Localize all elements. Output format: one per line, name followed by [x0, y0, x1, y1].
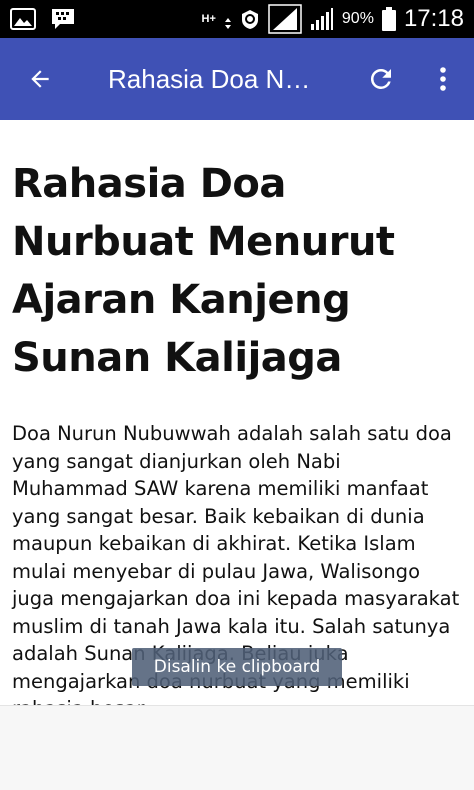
network-type-indicator: H+ — [201, 12, 216, 25]
network-type-label: H+ — [201, 12, 216, 25]
more-vert-icon — [440, 67, 446, 91]
article-title: Rahasia Doa Nurbuat Menurut Ajaran Kanje… — [12, 161, 395, 381]
sync-icon — [240, 8, 260, 30]
status-right-icons: H+ 90% 17:18 — [202, 4, 464, 34]
data-arrows-icon — [224, 8, 232, 30]
bottom-area — [0, 705, 474, 790]
status-left-icons — [10, 7, 76, 31]
app-bar-title: Rahasia Doa Nurbuat Menurut Ajaran Kanje… — [108, 63, 323, 94]
more-options-button[interactable] — [412, 38, 474, 120]
toast-message: Disalin ke clipboard — [132, 648, 342, 686]
status-bar: H+ 90% 17:18 — [0, 0, 474, 38]
app-bar-actions — [350, 38, 474, 120]
bbm-icon — [50, 7, 76, 31]
refresh-button[interactable] — [350, 38, 412, 120]
battery-icon — [381, 7, 396, 31]
refresh-icon — [370, 68, 391, 89]
app-bar: Rahasia Doa Nurbuat Menurut Ajaran Kanje… — [0, 38, 474, 120]
back-arrow-icon — [31, 70, 49, 88]
back-button[interactable] — [0, 38, 80, 120]
signal-bars-icon — [310, 7, 334, 31]
image-notification-icon — [10, 8, 36, 30]
signal-icon — [268, 4, 302, 34]
article-content[interactable]: Rahasia Doa Nurbuat Menurut Ajaran Kanje… — [0, 120, 474, 705]
battery-percent: 90% — [341, 10, 374, 27]
status-clock: 17:18 — [403, 5, 464, 32]
